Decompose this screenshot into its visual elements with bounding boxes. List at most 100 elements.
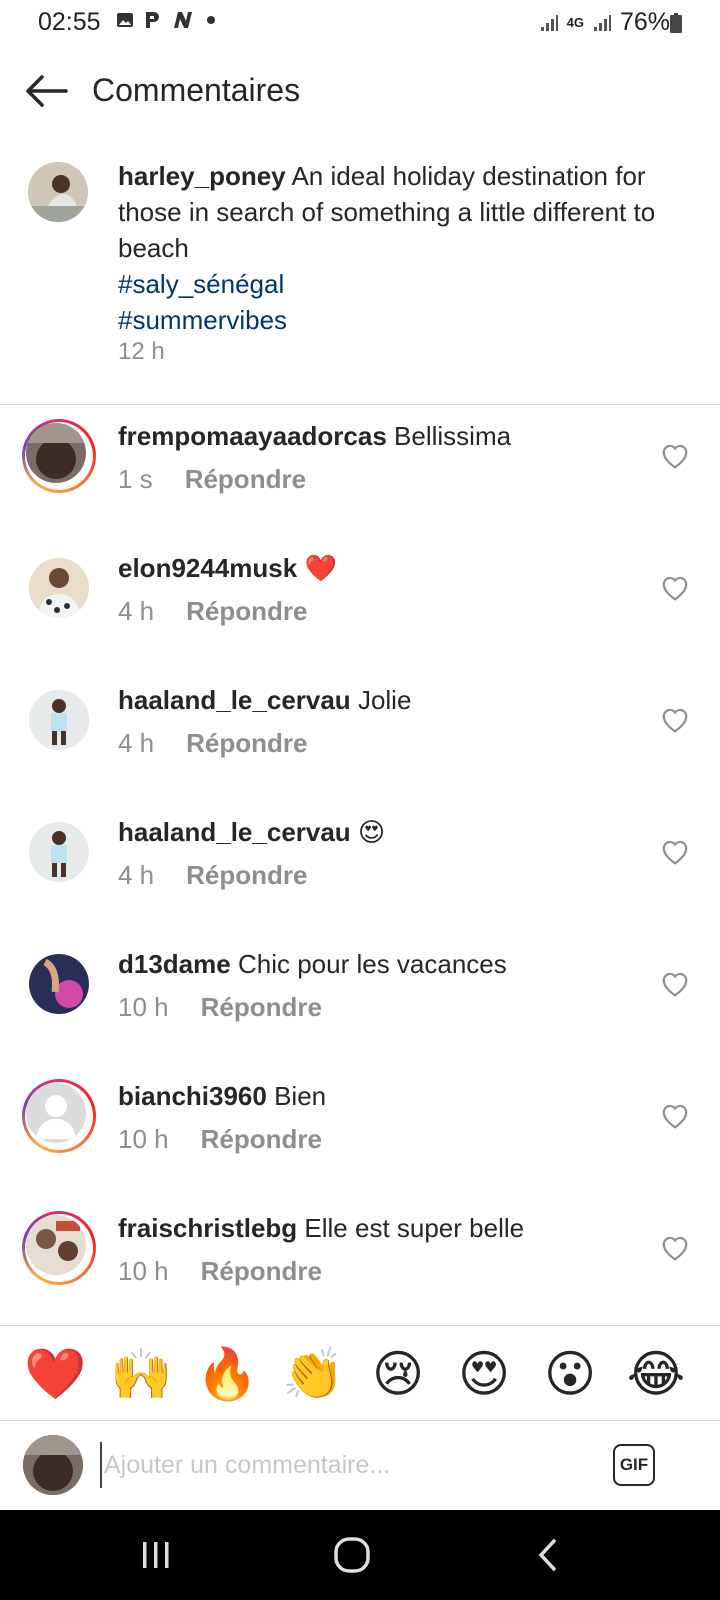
emoji-heart-eyes[interactable]: 😍 (454, 1344, 514, 1404)
my-avatar (23, 1435, 83, 1495)
avatar[interactable] (29, 954, 89, 1014)
heart-icon[interactable] (660, 1102, 690, 1130)
caption-text: harley_poney An ideal holiday destinatio… (118, 158, 658, 338)
comment-text: haaland_le_cervau Jolie (118, 682, 638, 718)
comment-body: Bellissima (394, 421, 512, 451)
signal-icon-2 (593, 14, 611, 31)
system-back-button[interactable] (518, 1530, 578, 1580)
notification-icons (116, 10, 216, 30)
emoji-crying[interactable]: 😢 (368, 1344, 428, 1404)
chevron-left-icon (538, 1539, 556, 1571)
avatar (26, 1083, 86, 1143)
comment-item: elon9244musk ❤️ 4 h Répondre (0, 536, 720, 671)
comment-text: elon9244musk ❤️ (118, 550, 638, 586)
comment-username[interactable]: frempomaayaadorcas (118, 421, 387, 451)
hashtag-link[interactable]: #summervibes (118, 302, 658, 338)
gallery-icon (117, 13, 133, 27)
heart-icon[interactable] (660, 442, 690, 470)
comment-username[interactable]: fraischristlebg (118, 1213, 297, 1243)
comment-body: Jolie (357, 685, 412, 715)
comment-body: ❤️ (304, 553, 337, 583)
back-button[interactable] (22, 71, 70, 111)
reply-button[interactable]: Répondre (186, 860, 307, 891)
emoji-surprised[interactable]: 😮 (540, 1344, 600, 1404)
status-bar: 02:55 4G 76% (0, 0, 720, 48)
gif-button[interactable]: GIF (613, 1444, 655, 1486)
emoji-raising-hands[interactable]: 🙌 (110, 1344, 172, 1404)
avatar[interactable] (29, 822, 89, 882)
network-type: 4G (566, 15, 584, 30)
comment-meta: 4 h Répondre (118, 596, 308, 627)
back-arrow-icon (26, 75, 68, 107)
heart-icon[interactable] (660, 970, 690, 998)
n-app-icon (174, 12, 192, 28)
avatar (26, 1215, 86, 1275)
comment-item: d13dame Chic pour les vacances 10 h Répon… (0, 932, 720, 1067)
comment-meta: 4 h Répondre (118, 728, 308, 759)
comment-time: 4 h (118, 596, 155, 626)
reply-button[interactable]: Répondre (186, 596, 307, 627)
caption-username[interactable]: harley_poney (118, 161, 286, 191)
comment-time: 1 s (118, 464, 153, 494)
comment-username[interactable]: haaland_le_cervau (118, 685, 351, 715)
reply-button[interactable]: Répondre (201, 1124, 322, 1155)
story-ring[interactable] (22, 1079, 96, 1153)
reply-button[interactable]: Répondre (201, 992, 322, 1023)
comment-meta: 10 h Répondre (118, 992, 322, 1023)
comment-composer: GIF (0, 1420, 720, 1510)
comment-item: haaland_le_cervau Jolie 4 h Répondre (0, 668, 720, 803)
story-ring[interactable] (22, 419, 96, 493)
heart-icon[interactable] (660, 838, 690, 866)
page-title: Commentaires (92, 72, 301, 108)
comment-body: Bien (274, 1081, 327, 1111)
comment-username[interactable]: haaland_le_cervau (118, 817, 351, 847)
avatar[interactable] (29, 690, 89, 750)
avatar[interactable] (28, 162, 88, 222)
app-header: Commentaires (0, 55, 720, 125)
comment-time: 10 h (118, 992, 169, 1022)
comment-input[interactable] (100, 1442, 586, 1488)
hashtag-link[interactable]: #saly_sénégal (118, 266, 658, 302)
battery-percent: 76% (619, 8, 670, 36)
battery-icon (670, 13, 682, 33)
home-button[interactable] (322, 1530, 382, 1580)
comment-time: 4 h (118, 860, 155, 890)
emoji-fire[interactable]: 🔥 (196, 1344, 258, 1404)
comment-item: bianchi3960 Bien 10 h Répondre (0, 1064, 720, 1199)
reply-button[interactable]: Répondre (186, 728, 307, 759)
emoji-bar: ❤️ 🙌 🔥 👏 😢 😍 😮 😂 (0, 1325, 720, 1421)
comments-list[interactable]: frempomaayaadorcas Bellissima 1 s Répondr… (0, 404, 720, 1324)
heart-icon[interactable] (660, 706, 690, 734)
comment-username[interactable]: bianchi3960 (118, 1081, 267, 1111)
heart-icon[interactable] (660, 574, 690, 602)
reply-button[interactable]: Répondre (185, 464, 306, 495)
heart-icon[interactable] (660, 1234, 690, 1262)
comment-time: 10 h (118, 1124, 169, 1154)
avatar[interactable] (29, 558, 89, 618)
home-icon (334, 1537, 370, 1573)
comment-item: fraischristlebg Elle est super belle 10 … (0, 1196, 720, 1324)
recent-apps-icon (143, 1542, 169, 1568)
comment-text: bianchi3960 Bien (118, 1078, 638, 1114)
comment-username[interactable]: d13dame (118, 949, 231, 979)
comment-time: 10 h (118, 1256, 169, 1286)
dot-icon (207, 16, 215, 24)
recent-apps-button[interactable] (126, 1530, 186, 1580)
status-time: 02:55 (38, 8, 101, 36)
emoji-heart[interactable]: ❤️ (24, 1344, 86, 1404)
comment-username[interactable]: elon9244musk (118, 553, 297, 583)
comment-text: fraischristlebg Elle est super belle (118, 1210, 638, 1246)
comment-body: Chic pour les vacances (237, 949, 507, 979)
signal-icon (540, 14, 558, 31)
comment-text: d13dame Chic pour les vacances (118, 946, 638, 982)
story-ring[interactable] (22, 1211, 96, 1285)
comment-item: frempomaayaadorcas Bellissima 1 s Répondr… (0, 404, 720, 539)
avatar-photo (28, 162, 88, 222)
reply-button[interactable]: Répondre (201, 1256, 322, 1287)
emoji-laughing[interactable]: 😂 (626, 1344, 686, 1404)
status-right: 4G 76% (539, 8, 670, 37)
emoji-clap[interactable]: 👏 (282, 1344, 344, 1404)
comment-item: haaland_le_cervau 😍 4 h Répondre (0, 800, 720, 935)
caption-time: 12 h (118, 338, 165, 365)
p-app-icon (146, 12, 159, 28)
